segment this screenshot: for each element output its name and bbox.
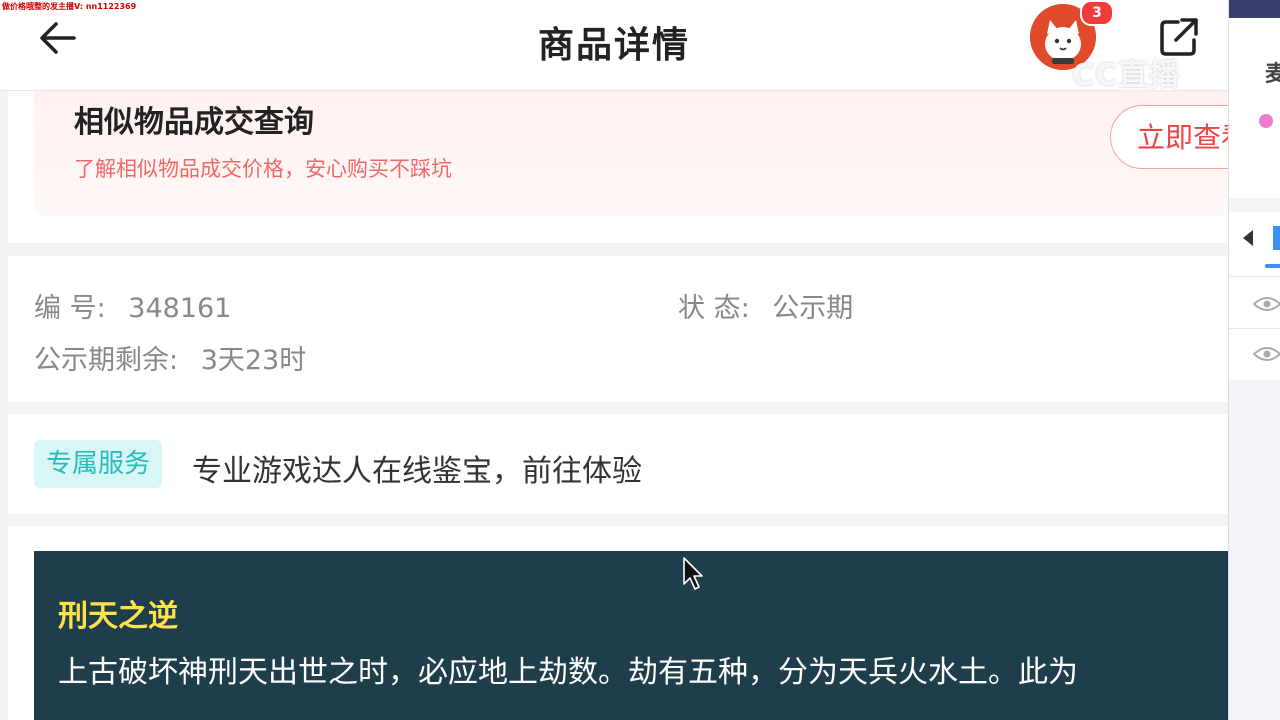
description-title: 刑天之逆 bbox=[58, 599, 178, 634]
exclusive-service-text[interactable]: 专业游戏达人在线鉴宝，前往体验 bbox=[192, 446, 642, 490]
active-tab-underline bbox=[1265, 264, 1280, 268]
side-panel-header bbox=[1229, 0, 1280, 18]
remaining-time-row: 公示期剩余: 3天23时 bbox=[34, 338, 306, 377]
item-id-row: 编 号: 348161 bbox=[34, 286, 231, 325]
item-id-label: 编 号: bbox=[34, 293, 106, 324]
item-description-card: 刑天之逆 上古破坏神刑天出世之时，必应地上劫数。劫有五种，分为天兵火水土。此为 bbox=[8, 526, 1228, 720]
similar-items-subtitle: 了解相似物品成交价格，安心购买不踩坑 bbox=[74, 157, 452, 181]
mouse-cursor-icon bbox=[683, 557, 703, 590]
item-status-label: 状 态: bbox=[678, 293, 750, 324]
description-body: 上古破坏神刑天出世之时，必应地上劫数。劫有五种，分为天兵火水土。此为 bbox=[58, 647, 1228, 699]
description-panel: 刑天之逆 上古破坏神刑天出世之时，必应地上劫数。劫有五种，分为天兵火水土。此为 bbox=[34, 551, 1228, 720]
item-id-value: 348161 bbox=[128, 293, 232, 324]
item-status-value: 公示期 bbox=[772, 293, 854, 324]
top-navigation-bar: 做价格哦整的发主播V: nn1122369 商品详情 3 CC直播 bbox=[0, 0, 1228, 93]
side-panel-list bbox=[1229, 212, 1280, 380]
item-status-row: 状 态: 公示期 bbox=[678, 286, 853, 325]
item-info-card: 编 号: 348161 状 态: 公示期 公示期剩余: 3天23时 bbox=[8, 256, 1228, 402]
similar-items-card: 相似物品成交查询 了解相似物品成交价格，安心购买不踩坑 立即查看 bbox=[8, 91, 1228, 243]
side-panel-card: 麦 bbox=[1229, 18, 1280, 198]
remaining-time-label: 公示期剩余: bbox=[34, 345, 179, 376]
exclusive-service-tag: 专属服务 bbox=[34, 440, 163, 488]
side-panel: 麦 bbox=[1228, 0, 1280, 720]
query-now-button[interactable]: 立即查看 bbox=[1110, 105, 1228, 169]
similar-items-banner: 相似物品成交查询 了解相似物品成交价格，安心购买不踩坑 立即查看 bbox=[34, 91, 1228, 216]
eye-icon[interactable] bbox=[1253, 346, 1280, 362]
collapse-arrow-icon[interactable] bbox=[1243, 230, 1253, 246]
similar-items-title: 相似物品成交查询 bbox=[74, 105, 314, 140]
description-line: 上古破坏神刑天出世之时，必应地上劫数。劫有五种，分为天兵火水土。此为 bbox=[58, 655, 1078, 690]
eye-icon[interactable] bbox=[1253, 296, 1280, 312]
divider bbox=[1229, 328, 1280, 329]
exclusive-service-card[interactable]: 专属服务 专业游戏达人在线鉴宝，前往体验 bbox=[8, 414, 1228, 514]
remaining-time-value: 3天23时 bbox=[200, 345, 307, 376]
app-screen: 做价格哦整的发主播V: nn1122369 商品详情 3 CC直播 相似物品成交… bbox=[0, 0, 1228, 720]
status-dot-icon bbox=[1259, 114, 1273, 128]
side-tab-indicator bbox=[1273, 226, 1280, 250]
notification-badge: 3 bbox=[1080, 0, 1114, 26]
divider bbox=[1229, 276, 1280, 277]
watermark-text: 做价格哦整的发主播V: nn1122369 bbox=[2, 2, 137, 11]
stream-watermark-logo: CC直播 bbox=[1072, 58, 1181, 93]
side-panel-label: 麦 bbox=[1265, 62, 1280, 87]
